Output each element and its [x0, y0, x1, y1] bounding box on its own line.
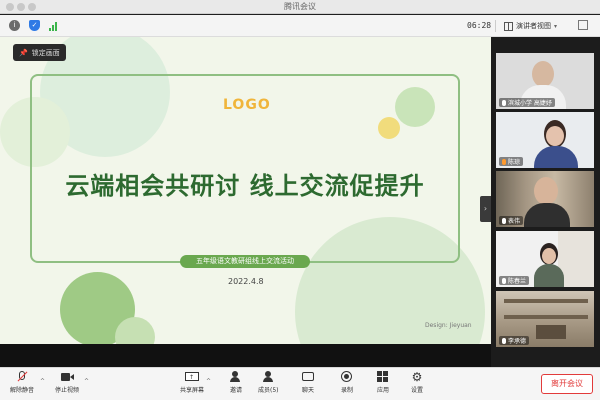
info-icon[interactable]: i [9, 20, 20, 31]
divider [495, 20, 496, 32]
record-label: 录制 [340, 387, 353, 394]
unmute-label: 解除静音 [10, 387, 35, 394]
participant-video [504, 315, 588, 319]
slide-date: 2022.4.8 [228, 277, 264, 286]
slide-headline: 云端相会共研讨 线上交流促提升 [65, 172, 425, 200]
record-button[interactable]: 录制 [340, 371, 354, 399]
view-switch-button[interactable]: 演讲者视图 ▾ [504, 20, 557, 32]
chevron-up-icon[interactable]: ^ [206, 378, 211, 385]
unmute-button[interactable]: 解除静音 [10, 371, 34, 399]
leave-meeting-button[interactable]: 离开会议 [541, 374, 593, 394]
view-label: 演讲者视图 [516, 22, 551, 30]
speaker-view-icon [504, 21, 513, 31]
window-titlebar: 腾讯会议 [0, 0, 600, 14]
participant-name: 李承德 [499, 336, 530, 345]
collapse-gallery-button[interactable]: › [480, 196, 491, 222]
chat-label: 聊天 [301, 387, 314, 394]
participant-tile[interactable]: 李承德 [496, 291, 594, 347]
stop-video-button[interactable]: 停止视频 [55, 371, 79, 399]
meeting-window: 腾讯会议 i ✓ 06:28 演讲者视图 ▾ 📌 锁定画面 LOGO 云端相会共… [0, 0, 600, 400]
members-button[interactable]: 成员(5) [258, 371, 279, 399]
participant-video [504, 299, 588, 303]
slide-logo: LOGO [223, 97, 271, 113]
participant-video [534, 146, 578, 168]
lock-screen-label: 锁定画面 [31, 48, 60, 57]
meeting-toolbar: 解除静音 ^ 停止视频 ^ ↑ 共享屏幕 ^ 邀请 成员(5) 聊天 录制 应用… [0, 367, 600, 400]
decor-circle [115, 317, 155, 344]
participant-video [534, 177, 558, 205]
mic-icon [502, 99, 506, 106]
chat-button[interactable]: 聊天 [301, 371, 315, 399]
window-title: 腾讯会议 [284, 2, 316, 11]
participant-name: 陈春兰 [499, 276, 530, 285]
members-icon [261, 371, 275, 383]
settings-label: 设置 [410, 387, 423, 394]
participant-tile[interactable]: 表伟 [496, 171, 594, 227]
record-icon [340, 371, 354, 383]
share-screen-button[interactable]: ↑ 共享屏幕 [180, 371, 204, 399]
participant-name: 表伟 [499, 216, 524, 225]
slide-credit: Design: Jieyuan [425, 322, 472, 329]
share-screen-icon: ↑ [185, 371, 199, 383]
lock-screen-button[interactable]: 📌 锁定画面 [13, 44, 66, 61]
participant-gallery: 滨城小学 高婕妤 陈琼 表伟 陈春兰 李承德 [491, 37, 600, 367]
shield-icon[interactable]: ✓ [29, 20, 40, 31]
chevron-up-icon[interactable]: ^ [84, 378, 89, 385]
mic-icon [502, 337, 506, 344]
settings-button[interactable]: ⚙ 设置 [410, 371, 424, 399]
members-label: 成员(5) [258, 387, 279, 394]
stop-video-label: 停止视频 [55, 387, 80, 394]
mic-icon [502, 217, 506, 224]
apps-button[interactable]: 应用 [376, 371, 390, 399]
participant-tile[interactable]: 陈琼 [496, 112, 594, 168]
participant-video [542, 248, 556, 264]
participant-video [532, 61, 554, 87]
participant-video [546, 126, 564, 146]
invite-button[interactable]: 邀请 [229, 371, 243, 399]
participant-tile[interactable]: 滨城小学 高婕妤 [496, 53, 594, 109]
mic-muted-icon [15, 371, 29, 383]
invite-icon [229, 371, 243, 383]
mic-icon [502, 158, 506, 165]
chevron-right-icon: › [483, 204, 488, 213]
participant-name: 滨城小学 高婕妤 [499, 98, 555, 107]
gear-icon: ⚙ [411, 370, 423, 384]
participant-name: 陈琼 [499, 157, 524, 166]
invite-label: 邀请 [229, 387, 242, 394]
meeting-clock: 06:28 [467, 21, 492, 30]
apps-label: 应用 [376, 387, 389, 394]
fullscreen-icon[interactable] [578, 20, 588, 30]
chevron-up-icon[interactable]: ^ [40, 378, 45, 385]
chat-icon [301, 371, 315, 383]
apps-icon [376, 371, 390, 383]
meeting-topbar: i ✓ 06:28 演讲者视图 ▾ [0, 15, 600, 37]
participant-tile[interactable]: 陈春兰 [496, 231, 594, 287]
pin-icon: 📌 [19, 48, 28, 57]
share-screen-label: 共享屏幕 [180, 387, 205, 394]
signal-icon[interactable] [49, 21, 59, 31]
chevron-down-icon: ▾ [554, 22, 558, 30]
participant-video [534, 264, 564, 287]
slide-subtitle: 五年级语文教研组线上交流活动 [180, 255, 310, 268]
camera-icon [60, 371, 74, 383]
mic-icon [502, 277, 506, 284]
participant-video [536, 325, 566, 339]
